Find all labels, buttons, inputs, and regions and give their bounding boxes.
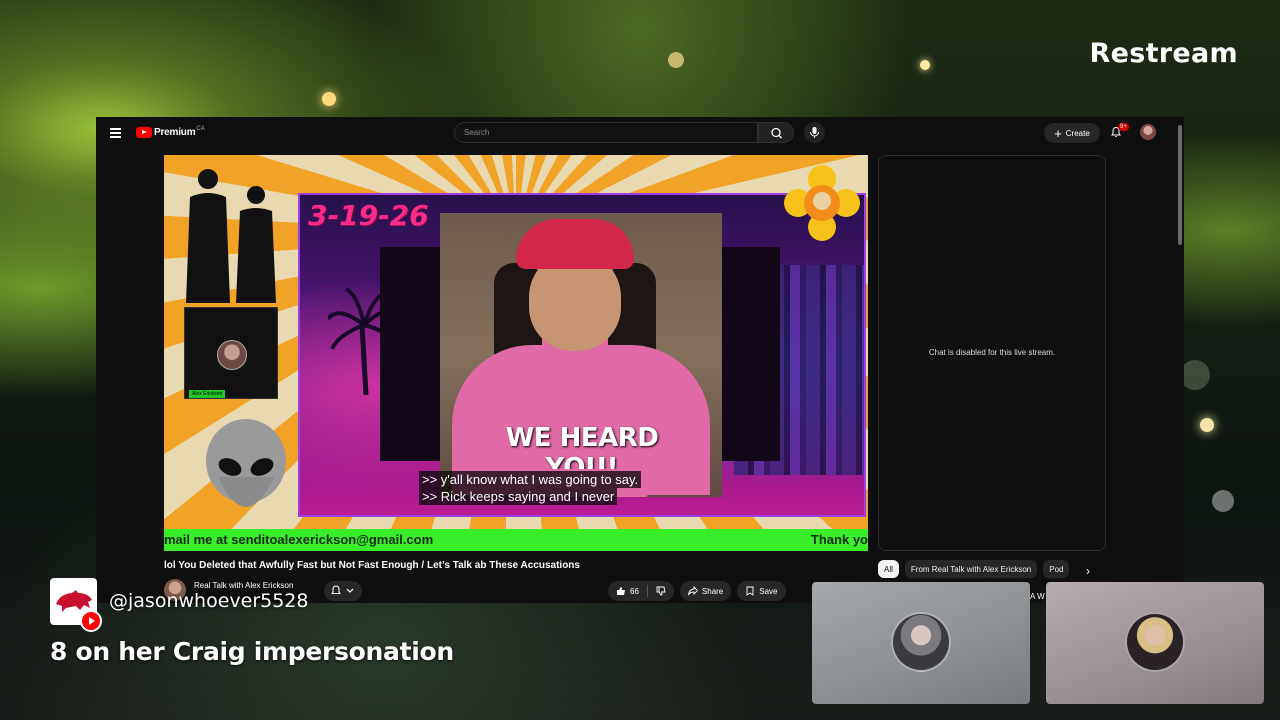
bookmark-icon	[746, 586, 754, 596]
bokeh-light	[1200, 418, 1214, 432]
youtube-platform-icon	[80, 610, 102, 632]
comment-message: 8 on her Craig impersonation	[50, 637, 454, 666]
ticker-thanks-text: Thank yo	[810, 532, 868, 547]
caption-line: >> y'all know what I was going to say.	[419, 471, 642, 488]
bokeh-light	[920, 60, 930, 70]
page-scrollbar[interactable]	[1178, 125, 1182, 245]
guest-tile	[1046, 582, 1264, 704]
right-dark-panel	[722, 247, 780, 461]
share-icon	[687, 586, 698, 596]
clip-caption-line2: YOU!	[545, 453, 619, 469]
create-button[interactable]: + Create	[1044, 123, 1100, 143]
search-button[interactable]	[758, 122, 794, 143]
youtube-topbar: Premium CA Search + Create 9+	[96, 117, 1184, 149]
chip-all[interactable]: All	[878, 560, 899, 578]
youtube-window: Premium CA Search + Create 9+ 3-19-26 WE…	[96, 117, 1184, 603]
account-avatar[interactable]	[1140, 124, 1156, 140]
person-red-beret	[516, 219, 634, 269]
search-icon	[771, 127, 782, 139]
like-count: 66	[630, 586, 639, 596]
logo-text: Premium	[154, 127, 196, 138]
ticker-email-text: mail me at senditoalexerickson@gmail.com	[164, 532, 434, 547]
bokeh-light	[668, 52, 684, 68]
thumbs-up-icon	[617, 587, 625, 595]
restream-watermark: Restream	[1089, 38, 1238, 69]
guest-avatar	[891, 612, 951, 672]
flower-logo-graphic	[784, 165, 860, 241]
bokeh-light	[1180, 360, 1210, 390]
save-label: Save	[759, 586, 778, 596]
search-input[interactable]: Search	[454, 122, 758, 143]
thumbs-down-icon[interactable]	[656, 586, 666, 596]
related-filter-chips: All From Real Talk with Alex Erickson Po…	[878, 560, 1070, 578]
live-chat-panel: Chat is disabled for this live stream.	[878, 155, 1106, 551]
host-camera-box: Alex Erickson	[184, 307, 278, 399]
chat-disabled-message: Chat is disabled for this live stream.	[928, 348, 1056, 357]
plus-icon: +	[1054, 125, 1062, 141]
alien-graphic	[206, 419, 286, 507]
video-player[interactable]: 3-19-26 WE HEARD YOU! >> y'all know what…	[164, 155, 868, 551]
create-label: Create	[1065, 128, 1090, 138]
comment-username: @jasonwhoever5528	[109, 590, 309, 612]
closed-captions: >> y'all know what I was going to say. >…	[419, 471, 642, 505]
youtube-play-icon	[136, 127, 152, 138]
bokeh-light	[1212, 490, 1234, 512]
bokeh-light	[322, 92, 336, 106]
chevron-right-icon[interactable]: ›	[1086, 564, 1090, 578]
hamburger-menu-icon[interactable]	[110, 128, 121, 138]
clipped-text: A W	[1030, 592, 1045, 601]
left-dark-panel	[380, 247, 440, 461]
like-button[interactable]: 66	[608, 581, 674, 601]
host-name-tag: Alex Erickson	[189, 390, 226, 398]
clip-caption-line1: WE HEARD	[505, 423, 659, 453]
chip-from-channel[interactable]: From Real Talk with Alex Erickson	[904, 560, 1038, 578]
share-label: Share	[701, 586, 724, 596]
host-avatar	[217, 340, 247, 370]
men-in-suits-graphic	[186, 169, 276, 303]
stream-date-text: 3-19-26	[308, 199, 429, 232]
save-button[interactable]: Save	[737, 581, 786, 601]
notifications-badge: 9+	[1118, 123, 1129, 131]
channel-name[interactable]: Real Talk with Alex Erickson	[194, 581, 293, 590]
guest-avatar	[1125, 612, 1185, 672]
logo-region: CA	[196, 125, 205, 132]
email-ticker: mail me at senditoalexerickson@gmail.com…	[164, 529, 868, 551]
video-actions: 66 Share Save	[608, 581, 786, 601]
video-title: lol You Deleted that Awfully Fast but No…	[164, 560, 580, 571]
caption-line: >> Rick keeps saying and I never	[419, 488, 618, 505]
share-button[interactable]: Share	[679, 581, 732, 601]
subscription-bell-button[interactable]	[324, 581, 362, 601]
voice-search-button[interactable]	[804, 122, 825, 143]
microphone-icon	[810, 127, 819, 138]
bell-dropdown-icon	[331, 585, 354, 594]
guest-tile	[812, 582, 1030, 704]
search-placeholder: Search	[464, 128, 490, 137]
chip-podcasts[interactable]: Pod	[1043, 560, 1070, 578]
youtube-premium-logo[interactable]: Premium CA	[136, 125, 205, 138]
